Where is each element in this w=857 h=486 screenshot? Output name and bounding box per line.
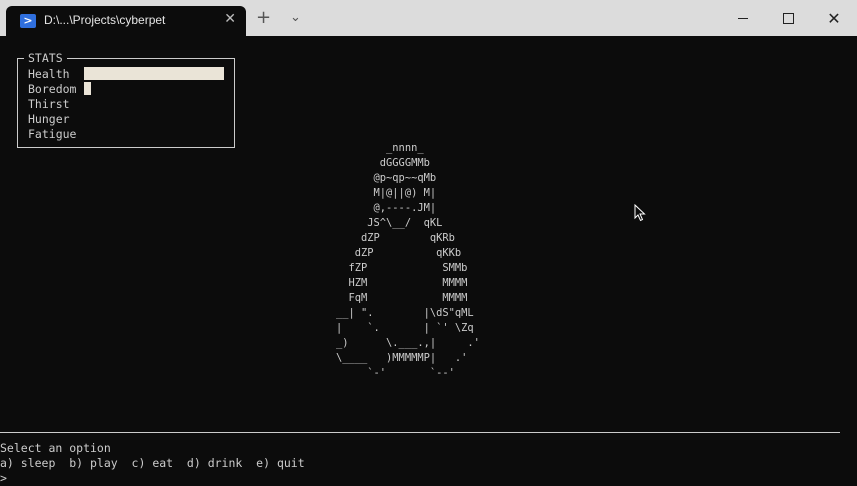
powershell-icon: > <box>20 14 36 28</box>
input-prompt[interactable]: > <box>0 471 7 486</box>
tab-close-icon[interactable]: ✕ <box>224 11 236 27</box>
tab-cyberpet[interactable]: > D:\...\Projects\cyberpet ✕ <box>6 6 246 36</box>
stats-title: STATS <box>24 51 67 65</box>
stat-label-boredom: Boredom <box>28 82 77 96</box>
stat-label-fatigue: Fatigue <box>28 127 77 141</box>
prompt-label: Select an option <box>0 441 111 455</box>
maximize-icon <box>782 12 794 24</box>
maximize-button[interactable] <box>765 0 811 36</box>
stat-bar-health <box>84 67 224 80</box>
chevron-down-icon[interactable]: ⌄ <box>290 11 301 25</box>
options-list: a) sleep b) play c) eat d) drink e) quit <box>0 456 305 470</box>
stat-label-health: Health <box>28 67 70 81</box>
minimize-button[interactable] <box>720 0 766 36</box>
terminal-content[interactable]: STATS Health Boredom Thirst Hunger Fatig… <box>0 36 857 486</box>
tab-title: D:\...\Projects\cyberpet <box>44 13 166 27</box>
title-bar: > D:\...\Projects\cyberpet ✕ + ⌄ ✕ <box>0 0 857 36</box>
pet-ascii-art: _nnnn_ dGGGGMMb @p~qp~~qMb M|@||@) M| @,… <box>336 142 480 379</box>
stats-panel: STATS Health Boredom Thirst Hunger Fatig… <box>17 51 235 148</box>
stat-label-hunger: Hunger <box>28 112 70 126</box>
minimize-icon <box>738 17 748 19</box>
close-button[interactable]: ✕ <box>811 0 857 36</box>
new-tab-button[interactable]: + <box>256 8 271 28</box>
mouse-pointer-icon <box>634 204 646 222</box>
divider <box>0 432 840 433</box>
stat-label-thirst: Thirst <box>28 97 70 111</box>
stat-bar-boredom <box>84 82 91 95</box>
